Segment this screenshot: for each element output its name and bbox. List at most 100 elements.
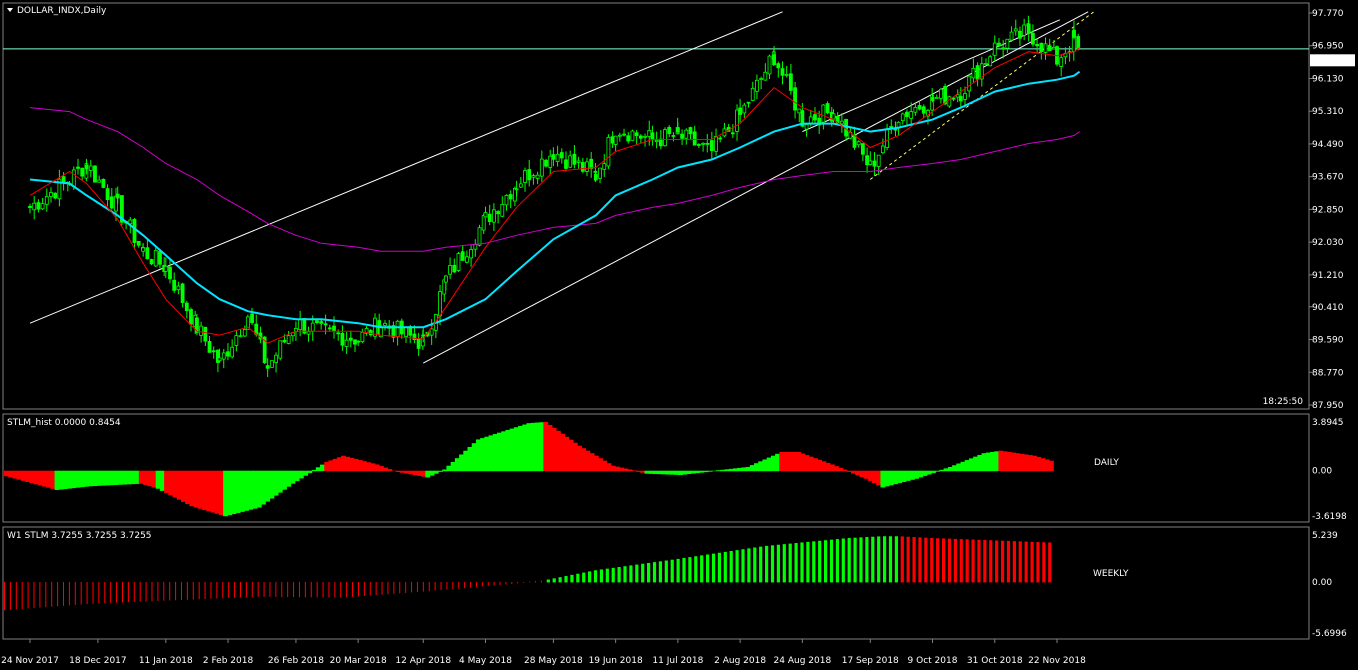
weekly-bar <box>1012 541 1016 583</box>
weekly-bar <box>263 581 265 597</box>
candle-body <box>76 166 80 169</box>
daily-bar <box>943 468 949 472</box>
daily-bar <box>640 470 646 473</box>
candle-body <box>180 283 185 303</box>
daily-bar <box>990 451 995 472</box>
weekly-bar <box>1006 540 1011 583</box>
daily-bar <box>79 470 85 488</box>
candle-body <box>675 127 680 133</box>
daily-bar <box>252 470 258 509</box>
candle-body <box>939 88 943 99</box>
candle-body <box>93 165 97 183</box>
daily-bar <box>189 470 195 507</box>
daily-bar <box>914 470 919 479</box>
candle-body <box>443 275 448 283</box>
candle-body <box>172 279 177 291</box>
weekly-bar <box>741 549 745 583</box>
candle-body <box>395 320 400 337</box>
daily-bar <box>787 451 793 472</box>
candle-body <box>598 167 602 179</box>
candle-body <box>909 111 914 119</box>
daily-bar <box>454 458 460 472</box>
daily-bar <box>357 460 363 472</box>
candle-body <box>483 212 488 218</box>
daily-bar <box>855 470 860 476</box>
weekly-bar <box>1048 542 1052 583</box>
candle-body <box>207 341 212 353</box>
weekly-bar <box>169 581 171 601</box>
candle-body <box>963 93 967 100</box>
daily-bar <box>492 434 498 472</box>
candle-body <box>971 67 976 79</box>
daily-bar <box>695 470 700 474</box>
daily-bar <box>585 450 591 472</box>
weekly-bar <box>21 581 23 609</box>
daily-bar <box>956 463 962 472</box>
weekly-bar <box>812 541 816 583</box>
daily-bar <box>345 456 351 472</box>
candle-body <box>1009 31 1014 41</box>
candle-body <box>221 352 226 360</box>
daily-bar <box>425 470 431 478</box>
candle-body <box>1052 46 1056 50</box>
daily-bar <box>876 470 882 486</box>
candle-body <box>360 332 365 343</box>
daily-bar <box>324 461 330 472</box>
daily-bar <box>206 470 212 512</box>
candle-body <box>32 202 37 211</box>
candle-body <box>217 357 222 362</box>
daily-bar <box>998 450 1004 472</box>
daily-bar <box>235 470 241 513</box>
candle-body <box>332 325 336 332</box>
candle-body <box>500 203 505 217</box>
candle-body <box>559 152 564 159</box>
candle-body <box>323 323 328 326</box>
price-tick-label: 97.770 <box>1312 9 1344 19</box>
weekly-bar <box>936 538 940 583</box>
candle-body <box>622 133 626 136</box>
weekly-bar <box>210 581 212 599</box>
price-tick-label: 96.130 <box>1312 74 1344 84</box>
daily-bar <box>850 470 856 474</box>
daily-bar <box>273 470 279 496</box>
candle-body <box>438 291 442 317</box>
daily-bar <box>602 460 608 472</box>
candle-body <box>930 97 935 101</box>
candle-body <box>755 79 759 92</box>
candle-body <box>531 175 536 178</box>
daily-bar <box>471 443 477 472</box>
daily-bar <box>143 470 148 485</box>
weekly-tick-label: 0.00 <box>1312 578 1332 588</box>
weekly-bar <box>493 581 495 586</box>
candle-body <box>585 161 589 172</box>
candle-body <box>900 113 905 122</box>
daily-bar <box>193 470 199 508</box>
candle-body <box>518 183 523 188</box>
daily-bar <box>842 469 848 472</box>
candle-body <box>97 179 102 183</box>
daily-bar <box>572 442 578 472</box>
daily-bar <box>282 470 287 490</box>
weekly-bar <box>481 581 483 587</box>
weekly-bar <box>293 581 295 598</box>
daily-bar <box>593 455 599 472</box>
candle-body <box>153 250 158 267</box>
candle-body <box>460 251 465 261</box>
daily-bar <box>513 427 519 472</box>
weekly-label: WEEKLY <box>1093 569 1129 579</box>
candle-body <box>997 42 1001 47</box>
candle-body <box>793 87 797 111</box>
daily-bar <box>332 458 338 472</box>
date-tick-label: 2 Feb 2018 <box>203 656 254 666</box>
daily-bar <box>463 450 469 472</box>
weekly-bar <box>180 581 182 600</box>
weekly-bar <box>310 581 312 598</box>
daily-bar <box>699 470 705 473</box>
candle-body <box>718 137 723 140</box>
weekly-bar <box>877 536 881 583</box>
daily-bar <box>737 467 742 472</box>
daily-bar <box>100 470 106 486</box>
daily-bar <box>977 454 983 472</box>
candle-body <box>889 126 894 129</box>
weekly-bar <box>818 540 822 583</box>
